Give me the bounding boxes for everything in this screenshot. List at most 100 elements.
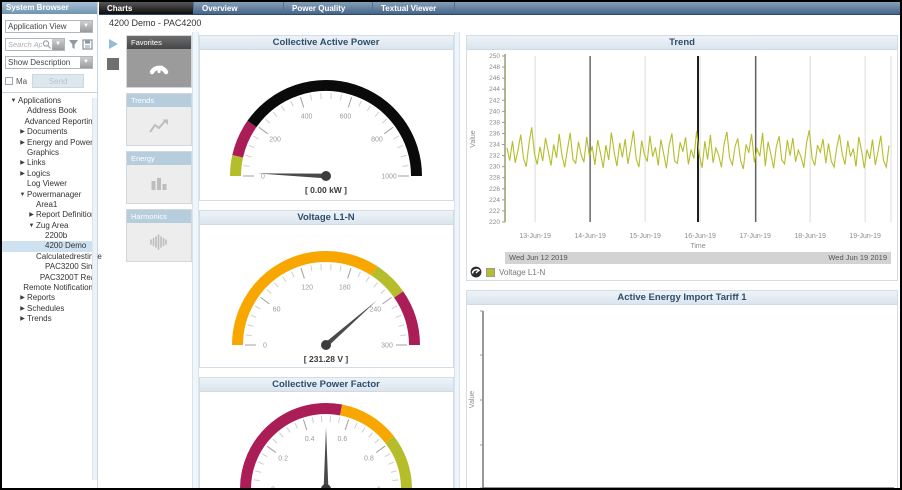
tree-item-remote-notifications[interactable]: Remote Notifications <box>2 283 97 293</box>
tree-item-advanced-reporting[interactable]: Advanced Reporting <box>2 117 97 127</box>
chart-menu-label: Favorites <box>127 36 191 49</box>
tree-item-label: Applications <box>18 96 61 106</box>
save-icon[interactable] <box>82 39 93 50</box>
tree-item-log-viewer[interactable]: Log Viewer <box>2 179 97 189</box>
svg-text:220: 220 <box>489 219 500 226</box>
tree-item-pac3200t-real[interactable]: PAC3200T Real <box>2 273 97 283</box>
trend-chart: 2202222242262282302322342362382402422442… <box>467 50 897 233</box>
tree-scrollbar[interactable] <box>92 98 97 480</box>
tree-item-report-definition[interactable]: ▶Report Definition <box>2 210 97 220</box>
tree-right-arrow-icon[interactable]: ▶ <box>18 138 27 148</box>
tree-right-arrow-icon[interactable]: ▶ <box>18 304 27 314</box>
tree-item-reports[interactable]: ▶Reports <box>2 293 97 303</box>
x-tick-label: 13-Jun-19 <box>513 233 557 240</box>
checkbox-label: Ma <box>16 77 27 86</box>
tree-right-arrow-icon[interactable]: ▶ <box>18 314 27 324</box>
tree-item-pac3200-sim[interactable]: PAC3200 Sim <box>2 262 97 272</box>
main-area: ChartsOverviewPower QualityTextual Viewe… <box>99 2 900 488</box>
tree-right-arrow-icon[interactable]: ▶ <box>18 293 27 303</box>
tree-item-label: Advanced Reporting <box>25 117 98 127</box>
svg-text:222: 222 <box>489 208 500 215</box>
tree-item-label: Zug Area <box>36 221 68 231</box>
stop-button[interactable] <box>107 58 119 70</box>
tree-item-label: Area1 <box>36 200 57 210</box>
tree-item-zug-area[interactable]: ▼Zug Area <box>2 221 97 231</box>
tree-item-graphics[interactable]: Graphics <box>2 148 97 158</box>
tree-item-links[interactable]: ▶Links <box>2 158 97 168</box>
tree-item-2200b[interactable]: 2200b <box>2 231 97 241</box>
svg-text:236: 236 <box>489 130 500 137</box>
x-tick-label: 14-Jun-19 <box>568 233 612 240</box>
energy-panel: Active Energy Import Tariff 1 Value <box>466 290 898 490</box>
tree-down-arrow-icon[interactable]: ▼ <box>18 190 27 200</box>
svg-text:180: 180 <box>339 284 351 291</box>
tab-overview[interactable]: Overview <box>194 2 284 14</box>
gauge-title: Collective Active Power <box>200 36 453 50</box>
tree-right-arrow-icon[interactable]: ▶ <box>18 158 27 168</box>
search-input[interactable]: Search Applic ▼ <box>5 38 65 51</box>
chart-menu-harmonics[interactable]: Harmonics <box>126 209 192 262</box>
tree-item-label: Remote Notifications <box>23 283 97 293</box>
tree-down-arrow-icon[interactable]: ▼ <box>27 221 36 231</box>
tree-item-applications[interactable]: ▼Applications <box>2 96 97 106</box>
svg-text:0.8: 0.8 <box>364 455 374 462</box>
svg-text:0: 0 <box>261 174 265 181</box>
trend-range-bar[interactable]: Wed Jun 12 2019 Wed Jun 19 2019 <box>505 252 891 264</box>
chart-menu-energy[interactable]: Energy <box>126 151 192 204</box>
send-button[interactable]: Send <box>32 74 84 88</box>
chart-menu-favorites[interactable]: Favorites <box>126 35 192 88</box>
tree-item-schedules[interactable]: ▶Schedules <box>2 304 97 314</box>
chevron-down-icon[interactable]: ▼ <box>80 21 92 32</box>
show-description-dropdown[interactable]: Show Description ▼ <box>5 56 93 69</box>
gauge-icon <box>127 49 191 87</box>
svg-text:1000: 1000 <box>381 174 397 181</box>
svg-text:120: 120 <box>301 284 313 291</box>
trend-legend: Voltage L1-N <box>467 264 897 280</box>
filter-icon[interactable] <box>68 39 79 50</box>
tree-item-label: 2200b <box>45 231 67 241</box>
sidebar-header: System Browser <box>2 2 97 14</box>
energy-panel-title: Active Energy Import Tariff 1 <box>467 291 897 305</box>
tree-right-arrow-icon[interactable]: ▶ <box>18 169 27 179</box>
chevron-down-icon[interactable]: ▼ <box>52 39 64 50</box>
tree-item-powermanager[interactable]: ▼Powermanager <box>2 190 97 200</box>
application-view-value: Application View <box>6 21 80 32</box>
trend-icon <box>127 107 191 145</box>
tree-down-arrow-icon[interactable]: ▼ <box>9 96 18 106</box>
tree-item-label: Log Viewer <box>27 179 67 189</box>
svg-text:230: 230 <box>489 164 500 171</box>
tree-item-label: Logics <box>27 169 50 179</box>
svg-text:0: 0 <box>263 343 267 350</box>
legend-series-icon[interactable] <box>470 266 482 278</box>
chart-menu-trends[interactable]: Trends <box>126 93 192 146</box>
application-view-dropdown[interactable]: Application View ▼ <box>5 20 93 33</box>
tree-item-documents[interactable]: ▶Documents <box>2 127 97 137</box>
svg-text:246: 246 <box>489 75 500 82</box>
tab-textual-viewer[interactable]: Textual Viewer <box>373 2 455 14</box>
tree-item-address-book[interactable]: Address Book <box>2 106 97 116</box>
tab-power-quality[interactable]: Power Quality <box>284 2 373 14</box>
tree-item-label: Links <box>27 158 46 168</box>
svg-text:300: 300 <box>381 343 393 350</box>
tree-item-label: Trends <box>27 314 52 324</box>
tree-item-4200-demo[interactable]: 4200 Demo <box>2 241 97 251</box>
gauge-title: Voltage L1-N <box>200 211 453 225</box>
tree-right-arrow-icon[interactable]: ▶ <box>18 127 27 137</box>
tab-charts[interactable]: Charts <box>99 2 194 14</box>
legend-series-label: Voltage L1-N <box>499 268 545 277</box>
legend-color-swatch <box>486 268 495 277</box>
svg-text:60: 60 <box>272 307 280 314</box>
svg-text:238: 238 <box>489 119 500 126</box>
checkbox[interactable] <box>5 77 13 85</box>
tree-item-area1[interactable]: Area1 <box>2 200 97 210</box>
trend-panel-title: Trend <box>467 36 897 50</box>
play-button[interactable] <box>109 39 118 49</box>
tree-item-calculatedrestince[interactable]: Calculatedrestince <box>2 252 97 262</box>
svg-text:[ 231.28 V ]: [ 231.28 V ] <box>303 354 348 364</box>
energy-chart: Value <box>467 305 897 490</box>
tree-item-trends[interactable]: ▶Trends <box>2 314 97 324</box>
tree-item-logics[interactable]: ▶Logics <box>2 169 97 179</box>
tree-item-energy-and-power[interactable]: ▶Energy and Power <box>2 138 97 148</box>
chevron-down-icon[interactable]: ▼ <box>80 57 92 68</box>
tree-right-arrow-icon[interactable]: ▶ <box>27 210 36 220</box>
